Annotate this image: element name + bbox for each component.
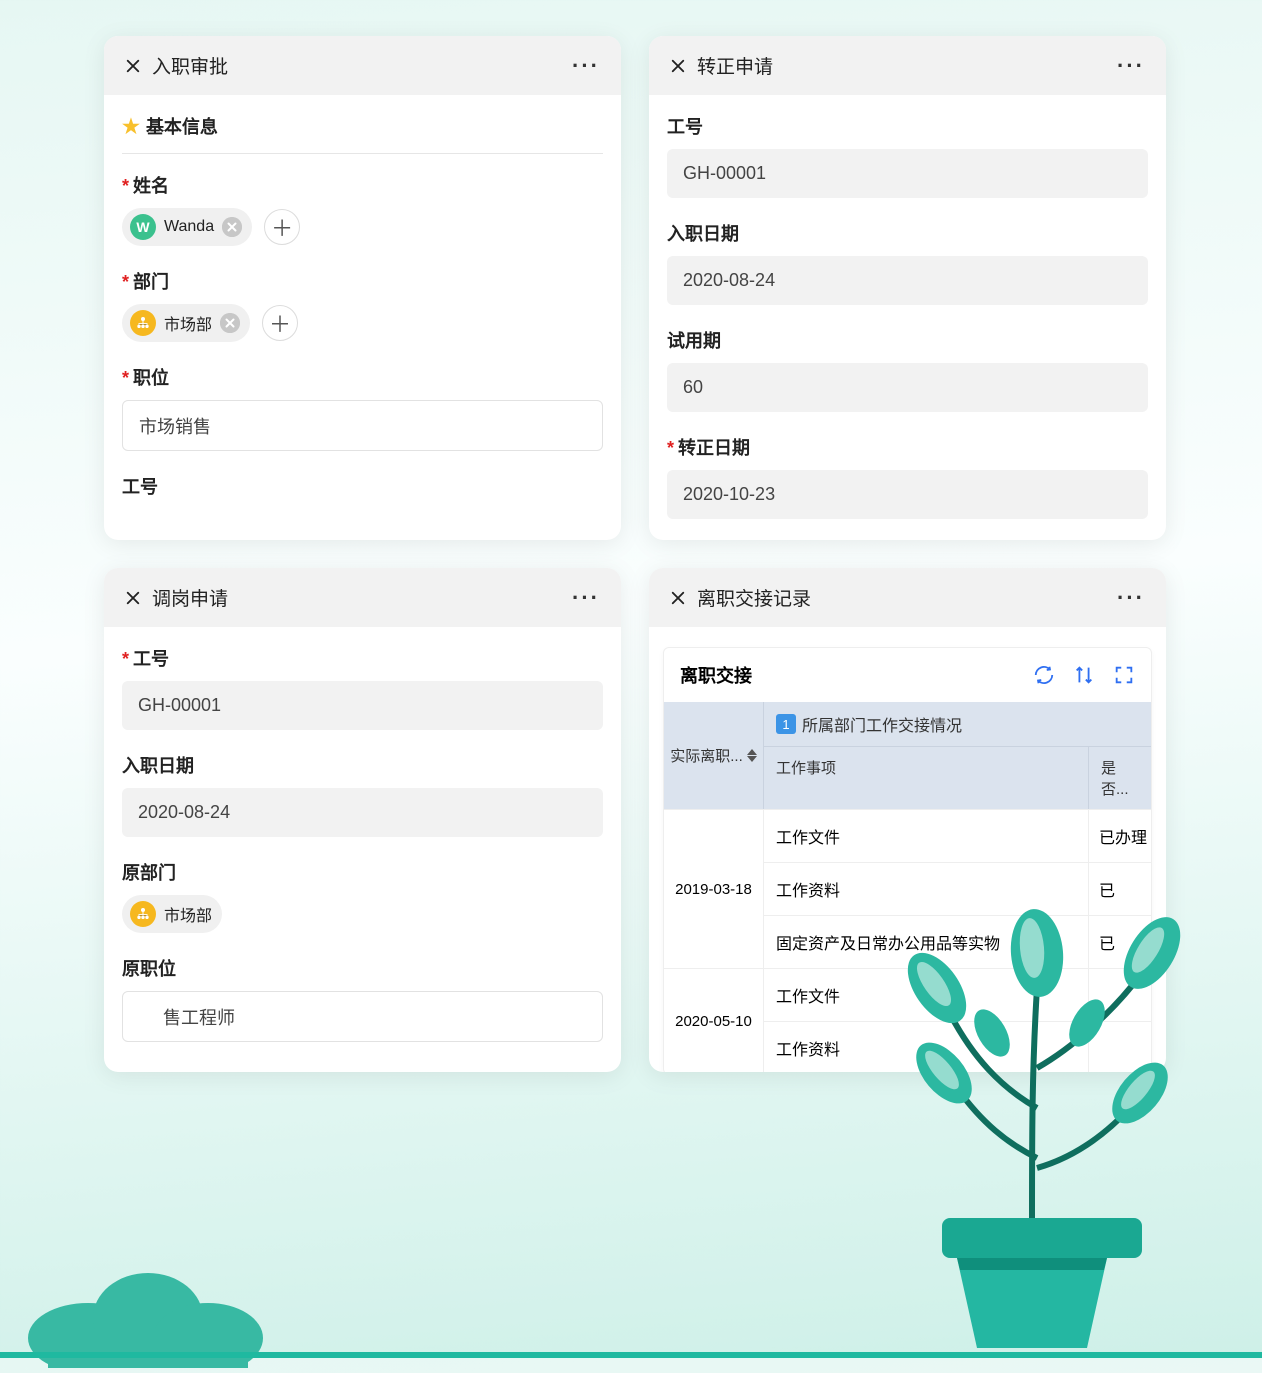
onboarding-card: 入职审批 ··· ★ 基本信息 *姓名 W Wanda ＋: [104, 36, 621, 540]
star-icon: ★: [122, 114, 140, 139]
transfer-card: 调岗申请 ··· *工号 GH-00001 入职日期 2020-08-24 原部…: [104, 568, 621, 1072]
add-dept-button[interactable]: ＋: [262, 305, 298, 341]
card-header: 入职审批 ···: [104, 36, 621, 95]
regdate-label: 转正日期: [678, 438, 750, 458]
chip-label: 市场部: [164, 311, 212, 335]
col-status-header[interactable]: 是否...: [1089, 747, 1151, 809]
dept-field: *部门 市场部 ＋: [122, 268, 603, 342]
baseline-decoration: [0, 1352, 1262, 1358]
cell-date: 2019-03-18: [664, 810, 764, 968]
org-icon: [130, 901, 156, 927]
avatar-icon: W: [130, 214, 156, 240]
probation-value: 60: [667, 363, 1148, 412]
chip-label: 市场部: [164, 902, 212, 926]
hiredate-label: 入职日期: [122, 756, 194, 776]
add-name-button[interactable]: ＋: [264, 209, 300, 245]
name-field: *姓名 W Wanda ＋: [122, 172, 603, 246]
card-title: 入职审批: [152, 52, 561, 79]
remove-chip-icon[interactable]: [222, 217, 242, 237]
sort-asc-icon: [747, 749, 757, 755]
dept-label: 部门: [133, 272, 169, 292]
refresh-icon[interactable]: [1033, 664, 1055, 686]
regdate-value[interactable]: 2020-10-23: [667, 470, 1148, 519]
more-icon[interactable]: ···: [1116, 53, 1146, 79]
card-title: 离职交接记录: [697, 584, 1106, 611]
card-header: 调岗申请 ···: [104, 568, 621, 627]
col-date-header[interactable]: 实际离职...: [664, 702, 764, 809]
name-chip[interactable]: W Wanda: [122, 208, 252, 246]
hiredate-label: 入职日期: [667, 224, 739, 244]
more-icon[interactable]: ···: [571, 585, 601, 611]
position-field: *职位: [122, 364, 603, 451]
regularization-card: 转正申请 ··· 工号 GH-00001 入职日期 2020-08-24 试用期…: [649, 36, 1166, 540]
fullscreen-icon[interactable]: [1113, 664, 1135, 686]
origdept-label: 原部门: [122, 863, 176, 883]
cloud-decoration: [18, 1218, 278, 1368]
close-icon[interactable]: [124, 589, 142, 607]
empno-label: 工号: [122, 477, 158, 497]
close-icon[interactable]: [669, 57, 687, 75]
group-number-badge: 1: [776, 714, 796, 734]
card-title: 转正申请: [697, 52, 1106, 79]
cell-date: 2020-05-10: [664, 969, 764, 1072]
empno-value: GH-00001: [667, 149, 1148, 198]
more-icon[interactable]: ···: [571, 53, 601, 79]
card-header: 转正申请 ···: [649, 36, 1166, 95]
empno-label: 工号: [667, 117, 703, 137]
card-header: 离职交接记录 ···: [649, 568, 1166, 627]
name-label: 姓名: [133, 176, 169, 196]
origpos-label: 原职位: [122, 959, 176, 979]
position-label: 职位: [133, 368, 169, 388]
cell-item: 工作文件: [764, 810, 1089, 862]
dept-chip[interactable]: 市场部: [122, 304, 250, 342]
origdept-chip[interactable]: 市场部: [122, 895, 222, 933]
empno-label: 工号: [133, 649, 169, 669]
card-title: 调岗申请: [152, 584, 561, 611]
position-input[interactable]: [122, 400, 603, 451]
empno-field: 工号: [122, 473, 603, 499]
hiredate-value: 2020-08-24: [667, 256, 1148, 305]
plant-decoration: [862, 858, 1202, 1358]
col-group-header: 1 所属部门工作交接情况: [764, 702, 1151, 747]
cell-status: 已办理: [1089, 810, 1151, 862]
hiredate-value: 2020-08-24: [122, 788, 603, 837]
chip-label: Wanda: [164, 218, 214, 236]
empno-value[interactable]: GH-00001: [122, 681, 603, 730]
section-title: ★ 基本信息: [122, 113, 603, 154]
section-label: 基本信息: [146, 113, 218, 139]
close-icon[interactable]: [124, 57, 142, 75]
org-icon: [130, 310, 156, 336]
sort-desc-icon: [747, 756, 757, 762]
close-icon[interactable]: [669, 589, 687, 607]
table-title: 离职交接: [680, 662, 752, 688]
origpos-input[interactable]: [122, 991, 603, 1042]
col-item-header[interactable]: 工作事项: [764, 747, 1089, 809]
remove-chip-icon[interactable]: [220, 313, 240, 333]
probation-label: 试用期: [667, 331, 721, 351]
sort-icon[interactable]: [1073, 664, 1095, 686]
more-icon[interactable]: ···: [1116, 585, 1146, 611]
